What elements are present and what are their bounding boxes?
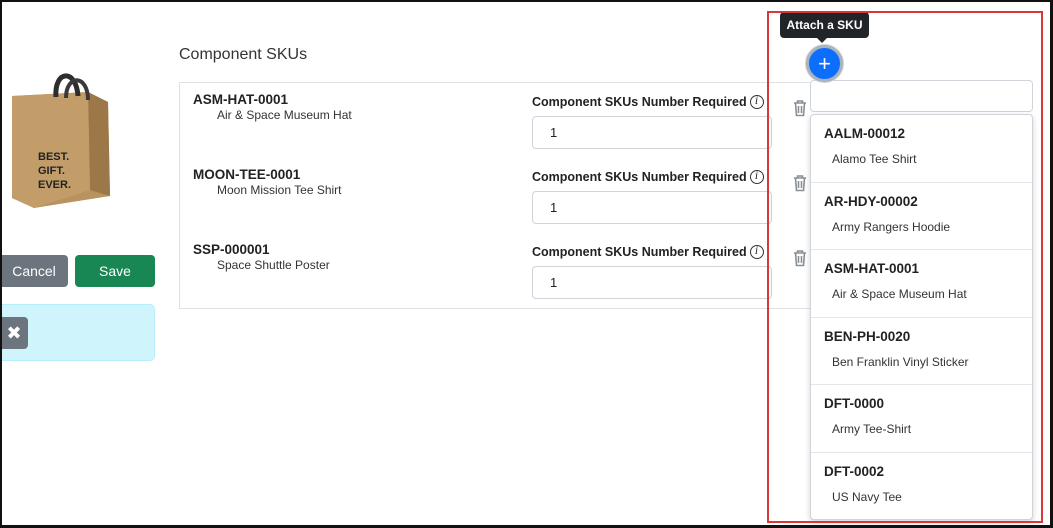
info-icon[interactable]: i — [749, 169, 764, 184]
option-name: Army Rangers Hoodie — [832, 219, 951, 234]
dropdown-option[interactable]: DFT-0002 US Navy Tee — [811, 453, 1032, 520]
qty-label: Component SKUs Number Required i — [532, 94, 764, 110]
sku-name: Air & Space Museum Hat — [217, 108, 352, 122]
option-code: DFT-0000 — [824, 396, 885, 411]
dropdown-option[interactable]: AALM-00012 Alamo Tee Shirt — [811, 115, 1032, 183]
option-code: BEN-PH-0020 — [824, 328, 911, 344]
qty-input[interactable]: 1 — [532, 266, 772, 299]
tools-button[interactable]: ✖ — [0, 317, 28, 349]
info-icon[interactable]: i — [749, 244, 764, 259]
dropdown-option[interactable]: BEN-PH-0020 Ben Franklin Vinyl Sticker — [811, 318, 1032, 385]
option-name: Air & Space Museum Hat — [832, 287, 967, 301]
qty-label: Component SKUs Number Required i — [532, 244, 764, 260]
qty-label: Component SKUs Number Required i — [532, 169, 764, 185]
sku-dropdown-list: AALM-00012 Alamo Tee Shirt AR-HDY-00002 … — [810, 114, 1033, 520]
option-code: ASM-HAT-0001 — [824, 261, 920, 276]
dropdown-option[interactable]: DFT-0000 Army Tee-Shirt — [811, 385, 1032, 453]
sku-code: ASM-HAT-0001 — [193, 92, 289, 107]
sku-name: Moon Mission Tee Shirt — [217, 183, 342, 197]
component-sku-list: ASM-HAT-0001 Air & Space Museum Hat Comp… — [179, 82, 819, 309]
sku-code: MOON-TEE-0001 — [193, 167, 301, 182]
section-title: Component SKUs — [179, 46, 308, 63]
option-code: DFT-0002 — [824, 463, 885, 479]
option-code: AR-HDY-00002 — [824, 193, 918, 209]
option-name: Alamo Tee Shirt — [832, 152, 917, 166]
option-name: Ben Franklin Vinyl Sticker — [832, 354, 969, 369]
trash-icon[interactable] — [792, 249, 808, 267]
option-name: US Navy Tee — [832, 489, 902, 504]
bag-text-line-2: GIFT. — [38, 165, 65, 177]
sku-code: SSP-000001 — [193, 242, 270, 257]
product-image: BEST. GIFT. EVER. — [4, 66, 114, 218]
component-sku-row: ASM-HAT-0001 Air & Space Museum Hat Comp… — [180, 83, 820, 153]
component-sku-row: MOON-TEE-0001 Moon Mission Tee Shirt Com… — [180, 158, 820, 228]
info-icon[interactable]: i — [749, 94, 764, 109]
save-button[interactable]: Save — [75, 255, 155, 287]
bag-text-line-3: EVER. — [38, 179, 71, 191]
dropdown-option[interactable]: ASM-HAT-0001 Air & Space Museum Hat — [811, 250, 1032, 318]
info-panel: ✖ — [0, 304, 155, 361]
attach-sku-tooltip: Attach a SKU — [780, 12, 869, 38]
sku-name: Space Shuttle Poster — [217, 258, 330, 272]
bag-text-line-1: BEST. — [38, 151, 69, 163]
option-code: AALM-00012 — [824, 126, 906, 141]
trash-icon[interactable] — [792, 174, 808, 192]
trash-icon[interactable] — [792, 99, 808, 117]
cancel-button[interactable]: Cancel — [0, 255, 68, 287]
attach-sku-button[interactable]: + — [806, 45, 843, 82]
tools-icon: ✖ — [6, 322, 22, 343]
dropdown-option[interactable]: AR-HDY-00002 Army Rangers Hoodie — [811, 183, 1032, 250]
sku-search-input[interactable] — [810, 80, 1033, 112]
qty-input[interactable]: 1 — [532, 191, 772, 224]
qty-input[interactable]: 1 — [532, 116, 772, 149]
component-sku-row: SSP-000001 Space Shuttle Poster Componen… — [180, 233, 820, 303]
option-name: Army Tee-Shirt — [832, 422, 912, 436]
plus-icon: + — [818, 50, 831, 76]
tooltip-arrow — [816, 37, 828, 43]
